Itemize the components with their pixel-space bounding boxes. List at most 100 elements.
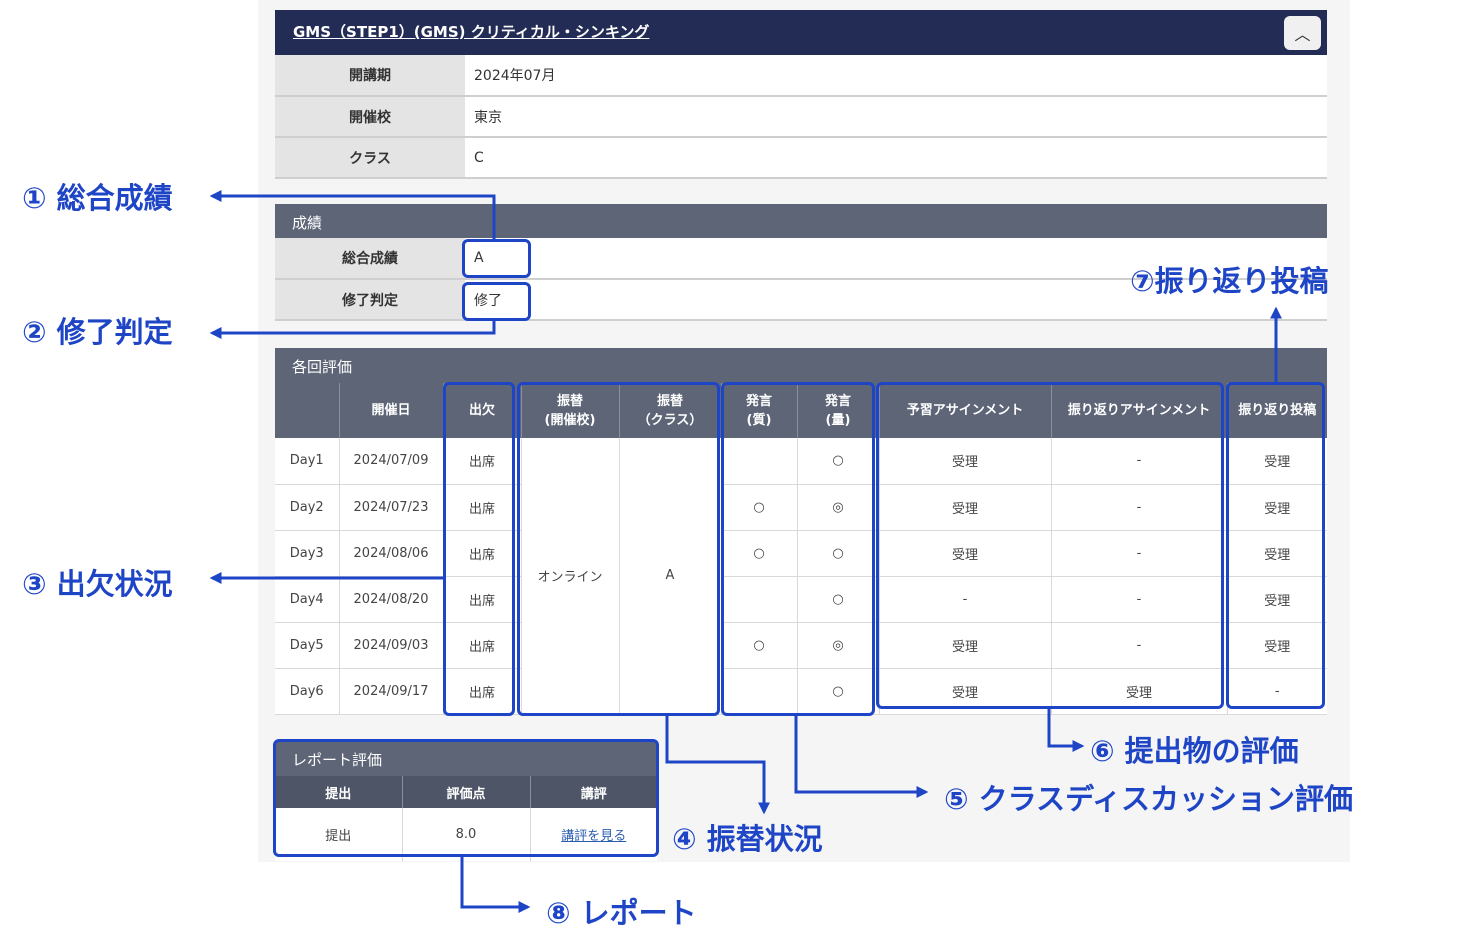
col-speak-quantity: 発言 (量) (796, 383, 879, 438)
attendance-cell: 出席 (442, 484, 521, 531)
annotation-report: ⑧ レポート (546, 896, 697, 930)
quality-cell (720, 576, 797, 623)
info-row: 開催校 東京 (275, 96, 1327, 138)
annotation-completion: ② 修了判定 (22, 315, 173, 349)
table-row: Day5 2024/09/03 出席 ○ ◎ 受理 - 受理 (275, 622, 1327, 669)
attendance-cell: 出席 (442, 438, 521, 485)
col-score: 評価点 (401, 776, 530, 808)
date-cell: 2024/09/03 (338, 622, 443, 669)
sessions-table: 開催日 出欠 振替 (開催校) 振替 （クラス） 発言 (質) 発言 (量) 予習アサイ… (275, 383, 1327, 715)
submit-cell: 提出 (275, 808, 402, 861)
info-value: 2024年07月 (465, 55, 1327, 97)
quantity-cell: ○ (796, 576, 879, 623)
day-cell: Day6 (275, 668, 339, 715)
quantity-cell: ◎ (796, 622, 879, 669)
arrow-report (460, 857, 531, 913)
day-cell: Day2 (275, 484, 339, 531)
attendance-cell: 出席 (442, 530, 521, 577)
day-cell: Day5 (275, 622, 339, 669)
day-cell: Day3 (275, 530, 339, 577)
col-submit: 提出 (275, 776, 402, 808)
quality-cell: ○ (720, 530, 797, 577)
score-cell: 8.0 (401, 808, 530, 861)
prep-cell: 受理 (878, 484, 1051, 531)
review-cell: 受理 (1050, 668, 1227, 715)
annotation-discussion: ⑤ クラスディスカッション評価 (944, 782, 1354, 816)
quantity-cell: ◎ (796, 484, 879, 531)
date-cell: 2024/07/09 (338, 438, 443, 485)
view-review-link[interactable]: 講評を見る (561, 829, 626, 844)
review-cell: - (1050, 438, 1227, 485)
table-row: Day6 2024/09/17 出席 ○ 受理 受理 - (275, 668, 1327, 715)
table-row: Day1 2024/07/09 出席 オンライン A ○ 受理 - 受理 (275, 438, 1327, 715)
review-cell: 講評を見る (529, 808, 657, 861)
annotation-review-post: ⑦振り返り投稿 (1130, 264, 1329, 298)
review-cell: - (1050, 530, 1227, 577)
col-transfer-class: 振替 （クラス） (618, 383, 721, 438)
quality-cell: ○ (720, 484, 797, 531)
prep-cell: - (878, 576, 1051, 623)
grade-label: 修了判定 (275, 279, 465, 321)
post-cell: 受理 (1226, 576, 1327, 623)
annotation-overall-grade: ① 総合成績 (22, 181, 173, 215)
date-cell: 2024/09/17 (338, 668, 443, 715)
review-cell: - (1050, 576, 1227, 623)
info-row: クラス C (275, 137, 1327, 179)
quality-cell (720, 668, 797, 715)
grade-label: 総合成績 (275, 238, 465, 280)
review-cell: - (1050, 484, 1227, 531)
date-cell: 2024/08/06 (338, 530, 443, 577)
table-row: 提出 8.0 講評を見る (275, 808, 657, 861)
quantity-cell: ○ (796, 438, 879, 485)
post-cell: 受理 (1226, 438, 1327, 485)
annotation-submissions: ⑥ 提出物の評価 (1090, 734, 1299, 768)
chevron-up-icon: ︿ (1294, 25, 1311, 44)
col-date: 開催日 (338, 383, 443, 438)
attendance-cell: 出席 (442, 622, 521, 669)
date-cell: 2024/08/20 (338, 576, 443, 623)
date-cell: 2024/07/23 (338, 484, 443, 531)
sessions-section-title: 各回評価 (275, 348, 1327, 383)
post-cell: 受理 (1226, 530, 1327, 577)
report-table: 提出 評価点 講評 提出 8.0 講評を見る (275, 776, 657, 861)
report-header-row: 提出 評価点 講評 (275, 776, 657, 808)
col-review-assignment: 振り返りアサインメント (1050, 383, 1227, 438)
table-row: Day3 2024/08/06 出席 ○ ○ 受理 - 受理 (275, 530, 1327, 577)
attendance-cell: 出席 (442, 576, 521, 623)
info-value: C (465, 137, 1327, 179)
sessions-header-row: 開催日 出欠 振替 (開催校) 振替 （クラス） 発言 (質) 発言 (量) 予習アサイ… (275, 383, 1327, 438)
annotation-attendance: ③ 出欠状況 (22, 567, 173, 601)
col-day (275, 383, 339, 438)
transfer-campus-cell: オンライン (520, 438, 619, 715)
transfer-class-cell: A (618, 438, 721, 715)
prep-cell: 受理 (878, 530, 1051, 577)
course-header: GMS（STEP1）(GMS) クリティカル・シンキング ︿ (275, 10, 1327, 55)
prep-cell: 受理 (878, 622, 1051, 669)
quantity-cell: ○ (796, 668, 879, 715)
course-info-table: 開講期 2024年07月 開催校 東京 クラス C (275, 55, 1327, 179)
quality-cell (720, 438, 797, 485)
report-section-title: レポート評価 (275, 741, 657, 776)
col-review: 講評 (529, 776, 657, 808)
annotation-transfer: ④ 振替状況 (672, 822, 823, 856)
col-speak-quality: 発言 (質) (720, 383, 797, 438)
table-row: Day2 2024/07/23 出席 ○ ◎ 受理 - 受理 (275, 484, 1327, 531)
review-cell: - (1050, 622, 1227, 669)
table-row: Day4 2024/08/20 出席 ○ - - 受理 (275, 576, 1327, 623)
info-label: クラス (275, 137, 465, 179)
col-transfer-campus: 振替 (開催校) (520, 383, 619, 438)
post-cell: 受理 (1226, 484, 1327, 531)
collapse-button[interactable]: ︿ (1284, 16, 1321, 50)
grades-section-title: 成績 (275, 204, 1327, 238)
col-review-post: 振り返り投稿 (1226, 383, 1327, 438)
attendance-cell: 出席 (442, 668, 521, 715)
post-cell: - (1226, 668, 1327, 715)
col-attendance: 出欠 (442, 383, 521, 438)
course-title[interactable]: GMS（STEP1）(GMS) クリティカル・シンキング (293, 21, 649, 42)
info-value: 東京 (465, 96, 1327, 138)
info-label: 開講期 (275, 55, 465, 97)
prep-cell: 受理 (878, 438, 1051, 485)
quality-cell: ○ (720, 622, 797, 669)
day-cell: Day1 (275, 438, 339, 485)
info-row: 開講期 2024年07月 (275, 55, 1327, 97)
